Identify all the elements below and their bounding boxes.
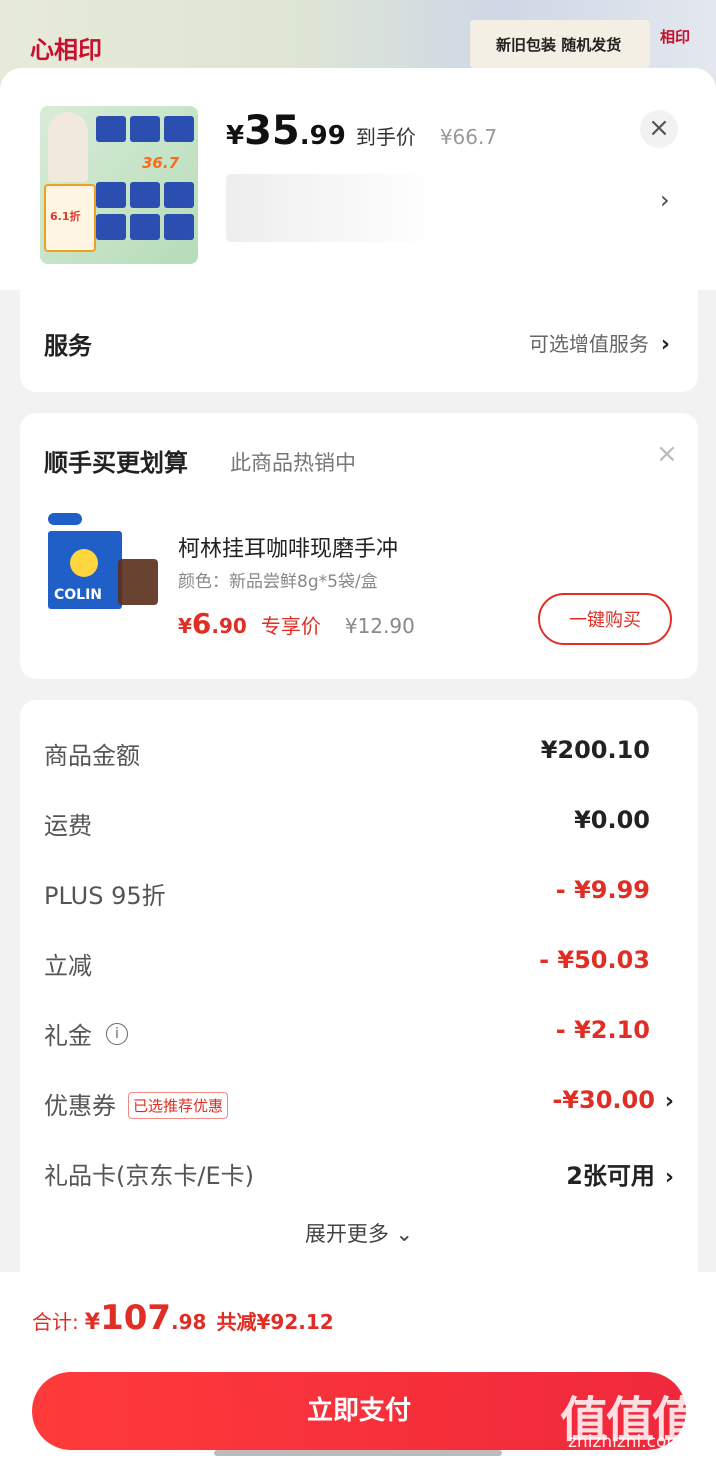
- thumbnail-pack: [130, 182, 160, 208]
- addon-product-image[interactable]: COLIN: [46, 513, 166, 609]
- summary-label: 礼品卡(京东卡/E卡): [44, 1162, 254, 1190]
- service-value: 可选增值服务 ›: [529, 328, 670, 357]
- summary-row-gift-card[interactable]: 礼品卡(京东卡/E卡) 2张可用 ›: [44, 1156, 674, 1196]
- summary-value: - ¥50.03: [539, 946, 650, 974]
- price-integer: 35: [244, 108, 300, 154]
- banner-text: 新旧包装 随机发货: [496, 36, 622, 54]
- total-amount: 合计: ¥ 107 .98 共减¥92.12: [32, 1298, 334, 1338]
- summary-value-text: -¥30.00: [552, 1086, 655, 1114]
- thumbnail-pack: [130, 116, 160, 142]
- summary-label: 商品金额: [44, 742, 140, 770]
- addon-product-spec: 颜色：新品尝鲜8g*5袋/盒: [178, 572, 378, 592]
- total-currency: ¥: [84, 1310, 101, 1335]
- summary-value: - ¥2.10: [555, 1016, 650, 1044]
- product-thumbnail[interactable]: 6.1折 36.7: [40, 106, 198, 264]
- original-price: ¥66.7: [439, 125, 498, 149]
- chevron-down-icon: ⌄: [395, 1222, 414, 1246]
- summary-label: 运费: [44, 812, 92, 840]
- thumbnail-pack: [130, 214, 160, 240]
- summary-value: ¥0.00: [574, 806, 650, 834]
- chevron-right-icon: ›: [664, 1089, 674, 1114]
- home-indicator: [214, 1450, 502, 1456]
- summary-row-coupon[interactable]: 优惠券 已选推荐优惠 -¥30.00 ›: [44, 1086, 674, 1126]
- lightbulb-icon: [70, 549, 98, 577]
- expand-more-button[interactable]: 展开更多 ⌄: [20, 1218, 698, 1248]
- thumbnail-pack: [96, 116, 126, 142]
- summary-label-text: 礼金: [44, 1022, 92, 1050]
- chevron-right-icon: ›: [660, 332, 670, 357]
- thumbnail-pack: [164, 214, 194, 240]
- price-summary-card: 商品金额 ¥200.10 运费 ¥0.00 PLUS 95折 - ¥9.99 立…: [20, 700, 698, 1320]
- total-label: 合计:: [32, 1310, 79, 1334]
- product-spec-placeholder[interactable]: [226, 174, 436, 242]
- brand-logo: 心相印: [30, 36, 102, 64]
- coffee-cup: [118, 559, 158, 605]
- service-value-text: 可选增值服务: [528, 332, 649, 356]
- checkout-sheet: 6.1折 36.7 ¥ 35 .99 到手价 ¥66.7 × › 服务 可选增值…: [0, 68, 716, 1460]
- close-button[interactable]: ×: [640, 110, 678, 148]
- addon-title: 顺手买更划算: [44, 449, 188, 477]
- one-click-buy-button[interactable]: 一键购买: [538, 593, 672, 645]
- total-saved: 共减¥92.12: [216, 1310, 334, 1334]
- summary-label: 礼金 i: [44, 1016, 128, 1051]
- addon-price-currency: ¥: [178, 614, 192, 638]
- addon-price-decimal: .90: [211, 614, 247, 638]
- product-price: ¥ 35 .99 到手价 ¥66.7: [226, 108, 497, 158]
- total-decimal: .98: [171, 1310, 207, 1334]
- summary-label: 立减: [44, 952, 92, 980]
- brand-logo-small: 相印: [660, 28, 691, 46]
- chevron-right-icon: ›: [664, 1165, 674, 1190]
- price-decimal: .99: [299, 121, 346, 151]
- summary-label: 优惠券 已选推荐优惠: [44, 1086, 229, 1122]
- checkout-footer: 合计: ¥ 107 .98 共减¥92.12 立即支付 值值值 zhizhizh…: [0, 1272, 716, 1460]
- summary-row-goods-amount: 商品金额 ¥200.10: [44, 736, 674, 776]
- summary-row-gift-cash: 礼金 i - ¥2.10: [44, 1016, 674, 1056]
- summary-value: ¥200.10: [540, 736, 650, 764]
- addon-original-price: ¥12.90: [344, 614, 415, 638]
- thumbnail-pack: [164, 116, 194, 142]
- summary-row-instant-discount: 立减 - ¥50.03: [44, 946, 674, 986]
- coffee-box: COLIN: [48, 531, 122, 609]
- thumbnail-tag-text: 6.1折: [50, 210, 81, 223]
- watermark-url: zhizhizhi.com: [568, 1432, 683, 1452]
- summary-value: - ¥9.99: [555, 876, 650, 904]
- addon-price: ¥ 6 .90 专享价 ¥12.90: [178, 607, 415, 640]
- thumbnail-discount-tag: 6.1折: [44, 184, 96, 252]
- thumbnail-person: [48, 112, 88, 182]
- service-row[interactable]: 服务 可选增值服务 ›: [20, 290, 698, 392]
- coffee-brand-text: COLIN: [54, 587, 103, 603]
- close-icon[interactable]: ×: [656, 439, 678, 469]
- thumbnail-pack: [164, 182, 194, 208]
- thumbnail-pack: [96, 214, 126, 240]
- expand-more-label: 展开更多: [304, 1222, 389, 1246]
- summary-value: -¥30.00 ›: [552, 1086, 674, 1114]
- summary-label-text: 优惠券: [44, 1092, 116, 1120]
- price-label: 到手价: [355, 125, 416, 149]
- addon-subtitle: 此商品热销中: [230, 451, 356, 475]
- addon-recommendation-card: 顺手买更划算 此商品热销中 × COLIN 柯林挂耳咖啡现磨手冲 颜色：新品尝鲜…: [20, 413, 698, 679]
- summary-value: 2张可用 ›: [566, 1156, 674, 1191]
- summary-value-text: 2张可用: [566, 1162, 655, 1190]
- coupon-recommended-tag: 已选推荐优惠: [128, 1092, 229, 1119]
- service-title: 服务: [44, 332, 92, 360]
- chevron-right-icon[interactable]: ›: [660, 186, 670, 214]
- addon-price-integer: 6: [191, 607, 212, 640]
- summary-row-plus-discount: PLUS 95折 - ¥9.99: [44, 876, 674, 916]
- total-integer: 107: [100, 1298, 172, 1338]
- addon-price-label: 专享价: [260, 614, 321, 638]
- price-currency: ¥: [226, 121, 245, 151]
- addon-product-name[interactable]: 柯林挂耳咖啡现磨手冲: [178, 531, 398, 563]
- summary-label: PLUS 95折: [44, 882, 166, 910]
- thumbnail-pack: [96, 182, 126, 208]
- info-icon[interactable]: i: [106, 1023, 128, 1045]
- background-banner: 新旧包装 随机发货: [470, 20, 650, 68]
- thumbnail-price-badge: 36.7: [142, 154, 180, 172]
- product-header: 6.1折 36.7 ¥ 35 .99 到手价 ¥66.7 × ›: [0, 68, 716, 290]
- coffee-brand-badge: [48, 513, 82, 525]
- summary-row-shipping: 运费 ¥0.00: [44, 806, 674, 846]
